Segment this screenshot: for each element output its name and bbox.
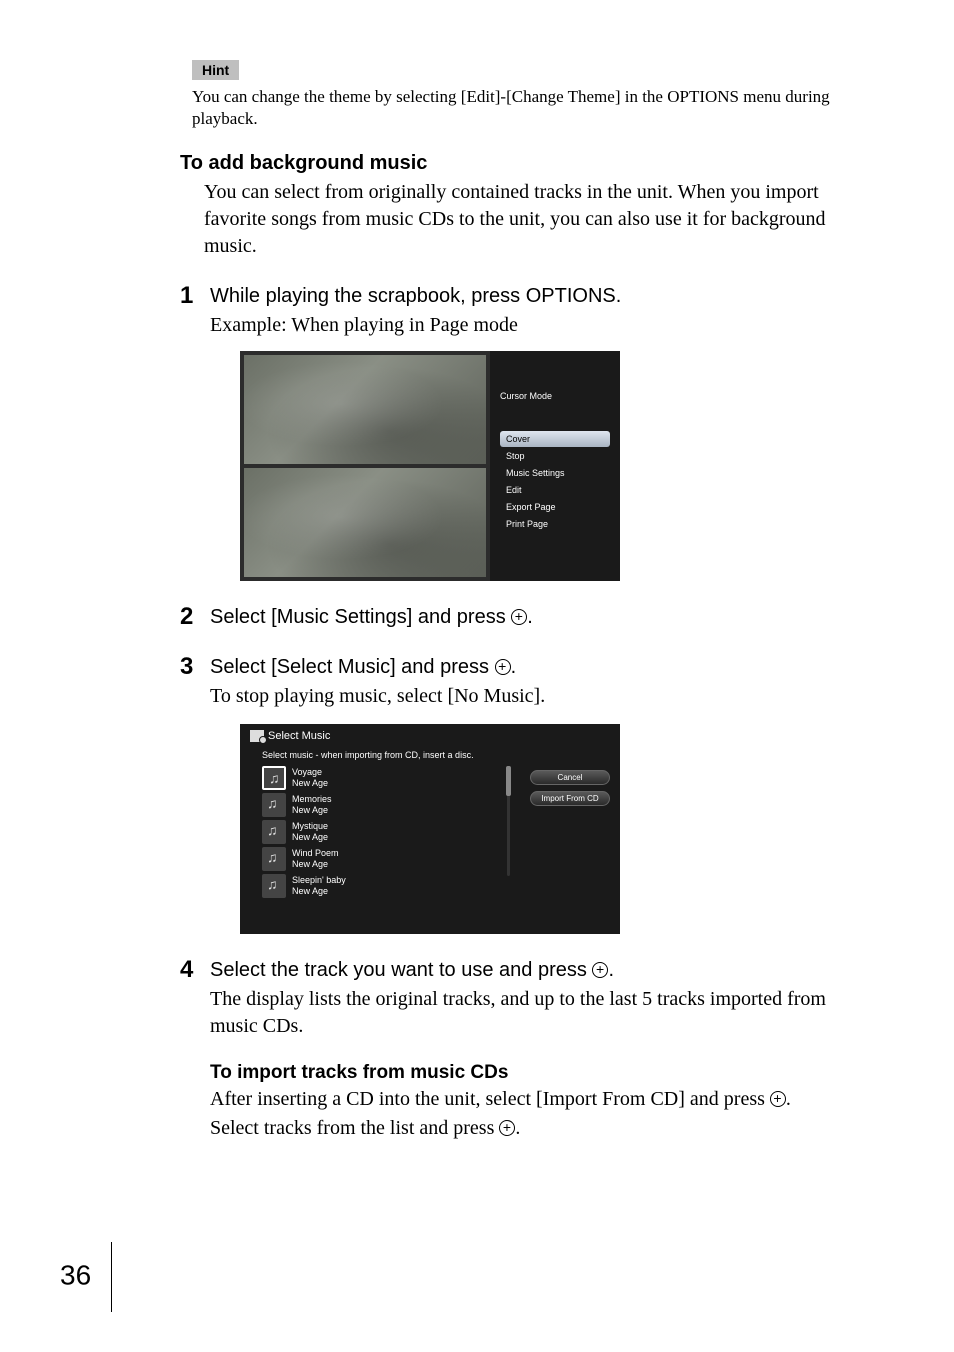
page-number: 36 xyxy=(60,1242,112,1312)
step-title: Select [Music Settings] and press . xyxy=(210,603,869,631)
step-number: 3 xyxy=(180,653,210,934)
track-name: Sleepin' baby xyxy=(292,875,346,886)
cancel-button[interactable]: Cancel xyxy=(530,770,610,785)
menu-item-music-settings[interactable]: Music Settings xyxy=(500,465,610,481)
step-1: 1 While playing the scrapbook, press OPT… xyxy=(180,282,869,581)
menu-item-edit[interactable]: Edit xyxy=(500,482,610,498)
after-text-2: Select tracks from the list and press xyxy=(210,1117,499,1139)
step-note: Example: When playing in Page mode xyxy=(210,312,869,339)
page-content: Hint You can change the theme by selecti… xyxy=(0,0,954,1182)
track-name: Wind Poem xyxy=(292,848,339,859)
track-item[interactable]: Memories New Age xyxy=(262,793,493,817)
menu-item-stop[interactable]: Stop xyxy=(500,448,610,464)
track-item[interactable]: Voyage New Age xyxy=(262,766,493,790)
music-note-icon xyxy=(262,766,286,790)
screenshot-thumbnails xyxy=(240,351,490,581)
intro-text: You can select from originally contained… xyxy=(204,179,869,260)
enter-icon xyxy=(511,609,527,625)
menu-item-export-page[interactable]: Export Page xyxy=(500,499,610,515)
step-2: 2 Select [Music Settings] and press . xyxy=(180,603,869,631)
step-number: 4 xyxy=(180,956,210,1142)
music-note-icon xyxy=(262,793,286,817)
step-title: Select the track you want to use and pre… xyxy=(210,956,869,984)
menu-item-print-page[interactable]: Print Page xyxy=(500,516,610,532)
music-note-icon xyxy=(262,820,286,844)
screenshot-options-menu: Cursor Mode Cover Stop Music Settings Ed… xyxy=(240,351,620,581)
step-number: 1 xyxy=(180,282,210,581)
hint-text: You can change the theme by selecting [E… xyxy=(192,86,869,130)
track-item[interactable]: Mystique New Age xyxy=(262,820,493,844)
step-title: Select [Select Music] and press . xyxy=(210,653,869,681)
select-music-title-text: Select Music xyxy=(268,730,330,742)
select-music-caption: Select music - when importing from CD, i… xyxy=(262,750,610,760)
step-after-text: Select tracks from the list and press . xyxy=(210,1115,869,1142)
step-title-text: Select [Music Settings] and press xyxy=(210,606,511,628)
page-number-divider xyxy=(111,1242,112,1312)
select-music-title: Select Music xyxy=(250,730,610,742)
scrollbar[interactable] xyxy=(507,766,510,876)
thumbnail-image xyxy=(244,355,486,464)
track-name: Memories xyxy=(292,794,332,805)
enter-icon xyxy=(592,962,608,978)
step-title: While playing the scrapbook, press OPTIO… xyxy=(210,282,869,310)
screenshot-select-music: Select Music Select music - when importi… xyxy=(240,724,620,934)
page-number-value: 36 xyxy=(60,1259,91,1290)
track-genre: New Age xyxy=(292,859,339,870)
step-title-post: . xyxy=(527,606,533,628)
enter-icon xyxy=(770,1091,786,1107)
track-item[interactable]: Sleepin' baby New Age xyxy=(262,874,493,898)
step-subheading: To import tracks from music CDs xyxy=(210,1062,869,1084)
step-note: To stop playing music, select [No Music]… xyxy=(210,683,869,710)
after-text-2-post: . xyxy=(515,1117,520,1139)
menu-item-cover[interactable]: Cover xyxy=(500,431,610,447)
track-genre: New Age xyxy=(292,778,328,789)
step-number: 2 xyxy=(180,603,210,631)
step-note: The display lists the original tracks, a… xyxy=(210,986,869,1040)
cursor-mode-label: Cursor Mode xyxy=(500,391,610,401)
track-genre: New Age xyxy=(292,805,332,816)
step-after-text: After inserting a CD into the unit, sele… xyxy=(210,1086,869,1113)
track-name: Voyage xyxy=(292,767,328,778)
after-text-1: After inserting a CD into the unit, sele… xyxy=(210,1088,770,1110)
music-note-icon xyxy=(262,847,286,871)
step-title-text: Select the track you want to use and pre… xyxy=(210,959,592,981)
track-name: Mystique xyxy=(292,821,328,832)
step-title-post: . xyxy=(608,959,614,981)
import-from-cd-button[interactable]: Import From CD xyxy=(530,791,610,806)
step-title-text: Select [Select Music] and press xyxy=(210,656,495,678)
hint-label: Hint xyxy=(192,60,239,80)
track-list: Voyage New Age Memories New Age xyxy=(250,766,493,898)
track-genre: New Age xyxy=(292,832,328,843)
track-genre: New Age xyxy=(292,886,346,897)
enter-icon xyxy=(495,659,511,675)
thumbnail-image xyxy=(244,468,486,577)
step-3: 3 Select [Select Music] and press . To s… xyxy=(180,653,869,934)
step-4: 4 Select the track you want to use and p… xyxy=(180,956,869,1142)
music-window-icon xyxy=(250,730,264,742)
section-heading: To add background music xyxy=(180,152,869,175)
options-panel: Cursor Mode Cover Stop Music Settings Ed… xyxy=(490,351,620,581)
after-text-1-post: . xyxy=(786,1088,791,1110)
track-item[interactable]: Wind Poem New Age xyxy=(262,847,493,871)
step-title-post: . xyxy=(511,656,517,678)
enter-icon xyxy=(499,1120,515,1136)
music-note-icon xyxy=(262,874,286,898)
